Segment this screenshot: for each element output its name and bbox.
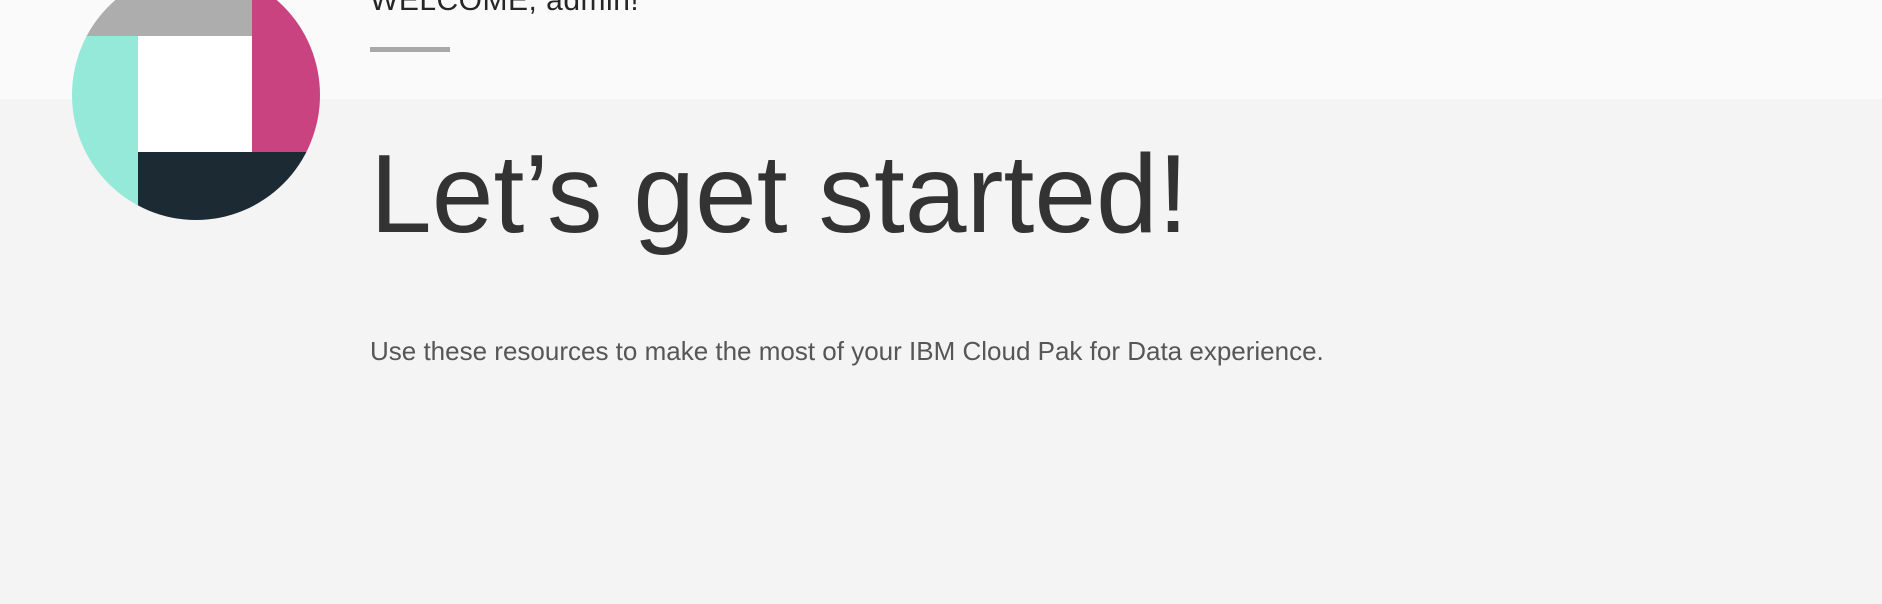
greeting-underline (370, 47, 450, 52)
profile-avatar (72, 0, 320, 220)
page-subtitle: Use these resources to make the most of … (370, 336, 1324, 366)
welcome-page: WELCOME, admin! Let’s get started! Use t… (0, 0, 1882, 604)
welcome-greeting: WELCOME, admin! (370, 0, 640, 17)
profile-graphic-icon (72, 0, 320, 220)
page-title: Let’s get started! (370, 132, 1189, 256)
